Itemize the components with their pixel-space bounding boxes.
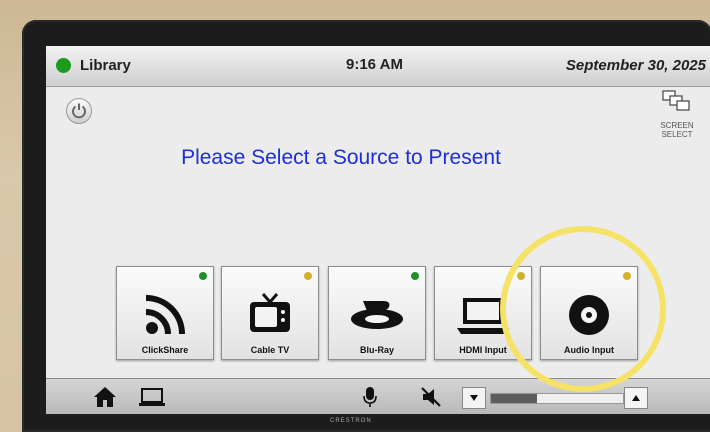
status-bar: Library 9:16 AM September 30, 2025 — [46, 46, 710, 87]
page-title: Please Select a Source to Present — [181, 146, 501, 169]
microphone-icon[interactable] — [360, 385, 380, 409]
volume-up-button[interactable] — [624, 387, 648, 409]
room-status-indicator — [56, 58, 71, 73]
clock: 9:16 AM — [346, 56, 403, 73]
source-label: Cable TV — [250, 345, 290, 355]
bluray-icon — [329, 289, 425, 341]
screen-select-icon — [662, 90, 690, 111]
screen-select-label: SCREEN SELECT — [660, 121, 694, 139]
speaker-mute-icon[interactable] — [420, 385, 444, 409]
source-label: Blu-Ray — [359, 345, 394, 355]
source-status-led — [199, 272, 207, 280]
source-button-clickshare[interactable]: ClickShare — [116, 266, 214, 360]
tv-icon — [222, 289, 318, 341]
power-icon[interactable] — [66, 98, 92, 124]
highlight-circle — [500, 226, 666, 392]
brand-label: CRESTRON — [330, 418, 372, 424]
source-button-blu-ray[interactable]: Blu-Ray — [328, 266, 426, 360]
volume-down-button[interactable] — [462, 387, 486, 409]
laptop-icon[interactable] — [138, 385, 166, 409]
chevron-down-icon — [470, 395, 478, 401]
room-name: Library — [80, 57, 131, 74]
source-status-led — [304, 272, 312, 280]
date: September 30, 2025 — [565, 57, 706, 74]
volume-slider[interactable] — [490, 393, 624, 404]
wireless-icon — [117, 289, 213, 341]
chevron-up-icon — [632, 395, 640, 401]
source-status-led — [411, 272, 419, 280]
screen-select-button[interactable]: SCREEN SELECT — [654, 90, 700, 139]
source-button-cable-tv[interactable]: Cable TV — [221, 266, 319, 360]
source-label: ClickShare — [141, 345, 189, 355]
volume-level — [491, 394, 538, 403]
home-icon[interactable] — [92, 385, 118, 409]
